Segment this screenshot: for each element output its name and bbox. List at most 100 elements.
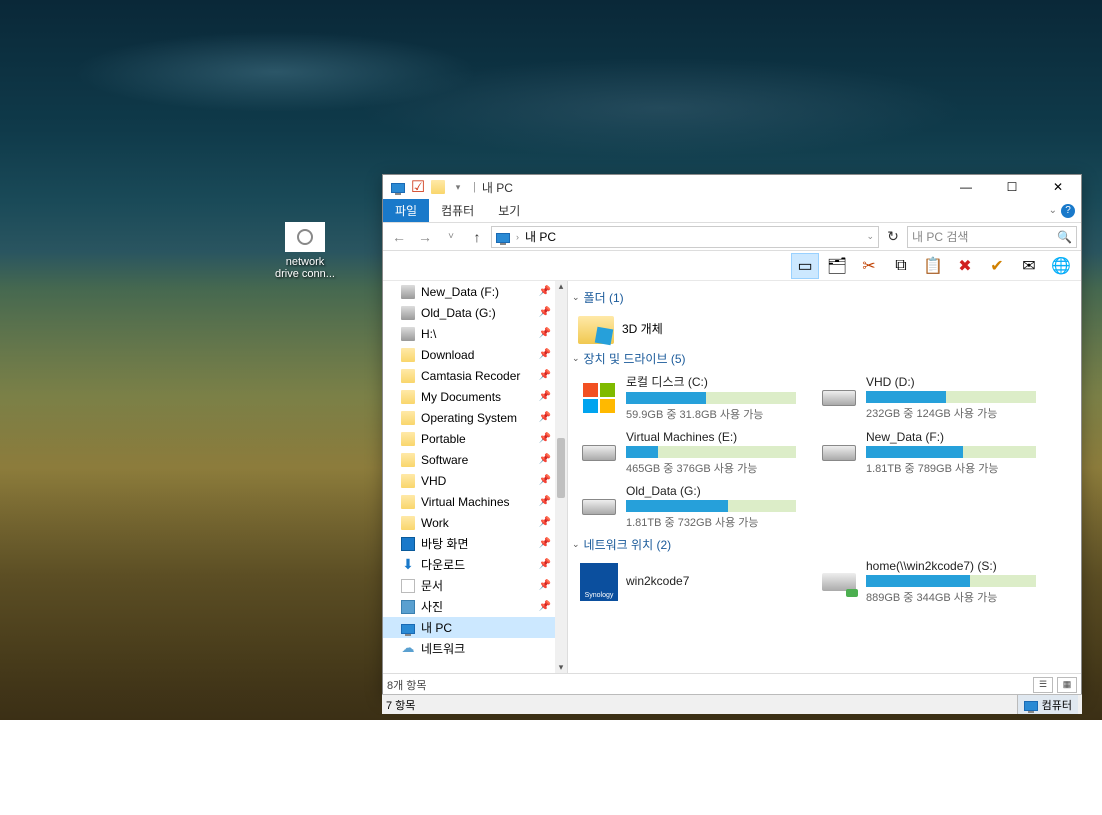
history-dropdown-icon[interactable]: ⌄ (866, 231, 874, 242)
drive-name: home(\\win2kcode7) (S:) (866, 559, 1036, 573)
organize-button[interactable]: 🗂 (823, 253, 851, 279)
folder-item-3d-objects[interactable]: 3D 개체 (568, 310, 788, 346)
drive-item[interactable]: Synologywin2kcode7 (578, 557, 798, 607)
sidebar-item-label: Software (421, 453, 468, 467)
drive-capacity-text: 1.81TB 중 789GB 사용 가능 (866, 460, 1036, 476)
rename-button[interactable]: ✔ (983, 253, 1011, 279)
chevron-right-icon[interactable]: › (516, 232, 519, 242)
sidebar-item[interactable]: Camtasia Recoder📌 (383, 365, 567, 386)
titlebar[interactable]: ☑ ▾ | 내 PC — ☐ ✕ (383, 175, 1081, 199)
pin-icon: 📌 (539, 538, 551, 549)
drive-item[interactable]: Virtual Machines (E:)465GB 중 376GB 사용 가능 (578, 428, 798, 478)
ribbon-tab-view[interactable]: 보기 (486, 199, 532, 222)
sidebar-item[interactable]: VHD📌 (383, 470, 567, 491)
delete-button[interactable]: ✖ (951, 253, 979, 279)
navigation-pane[interactable]: New_Data (F:)📌Old_Data (G:)📌H:\📌Download… (383, 281, 568, 673)
ribbon-tab-file[interactable]: 파일 (383, 199, 429, 222)
batch-file-icon (285, 222, 325, 252)
sidebar-item[interactable]: 문서📌 (383, 575, 567, 596)
drive-icon (401, 327, 415, 341)
group-header-folders[interactable]: ⌄ 폴더 (1) (568, 285, 1073, 310)
group-header-network[interactable]: ⌄ 네트워크 위치 (2) (568, 532, 1073, 557)
scroll-up-icon[interactable]: ▴ (555, 281, 567, 292)
drive-capacity-text: 889GB 중 344GB 사용 가능 (866, 589, 1036, 605)
capacity-bar (866, 575, 1036, 587)
sidebar-scrollbar[interactable]: ▴ ▾ (555, 281, 567, 673)
search-input[interactable]: 내 PC 검색 🔍 (907, 226, 1077, 248)
qat-properties-icon[interactable]: ☑ (409, 178, 427, 196)
scroll-down-icon[interactable]: ▾ (555, 662, 567, 673)
desktop[interactable]: network drive conn... ☑ ▾ | 내 PC — ☐ ✕ 파… (0, 0, 1102, 720)
folder-icon (401, 453, 415, 467)
qat-dropdown-icon[interactable]: ▾ (449, 178, 467, 196)
toolbar: ▭ 🗂 ✂ ⧉ 📋 ✖ ✔ ✉ 🌐 (383, 251, 1081, 281)
drive-item[interactable]: 로컬 디스크 (C:)59.9GB 중 31.8GB 사용 가능 (578, 371, 798, 424)
sidebar-item-label: Download (421, 348, 474, 362)
sidebar-item-label: 네트워크 (421, 640, 465, 657)
preview-pane-button[interactable]: ▭ (791, 253, 819, 279)
capacity-bar (626, 500, 796, 512)
refresh-button[interactable]: ↻ (881, 226, 905, 248)
taskbar-location[interactable]: 컴퓨터 (1017, 695, 1078, 714)
sidebar-item[interactable]: ⬇다운로드📌 (383, 554, 567, 575)
up-button[interactable]: ↑ (465, 226, 489, 248)
sidebar-item[interactable]: Portable📌 (383, 428, 567, 449)
net-icon: ☁ (401, 642, 415, 656)
minimize-button[interactable]: — (943, 175, 989, 199)
paste-button[interactable]: 📋 (919, 253, 947, 279)
sidebar-item-label: 사진 (421, 598, 443, 615)
maximize-button[interactable]: ☐ (989, 175, 1035, 199)
pin-icon: 📌 (539, 454, 551, 465)
drive-item[interactable]: VHD (D:)232GB 중 124GB 사용 가능 (818, 371, 1038, 424)
sidebar-item-label: My Documents (421, 390, 501, 404)
large-icons-view-button[interactable]: ▦ (1057, 677, 1077, 693)
sidebar-item-label: Portable (421, 432, 466, 446)
sidebar-item[interactable]: Download📌 (383, 344, 567, 365)
copy-button[interactable]: ⧉ (887, 253, 915, 279)
breadcrumb-segment[interactable]: 내 PC (525, 228, 556, 245)
sidebar-item[interactable]: Operating System📌 (383, 407, 567, 428)
address-bar: ← → ˅ ↑ › 내 PC ⌄ ↻ 내 PC 검색 🔍 (383, 223, 1081, 251)
help-icon[interactable]: ? (1061, 204, 1075, 218)
desktop-shortcut-network-drive[interactable]: network drive conn... (270, 222, 340, 280)
chevron-down-icon[interactable]: ⌄ (572, 353, 580, 364)
group-header-drives[interactable]: ⌄ 장치 및 드라이브 (5) (568, 346, 1073, 371)
sidebar-item[interactable]: Software 📌 (383, 449, 567, 470)
download-icon: ⬇ (401, 558, 415, 572)
chevron-down-icon[interactable]: ⌄ (572, 539, 580, 550)
back-button[interactable]: ← (387, 226, 411, 248)
forward-button[interactable]: → (413, 226, 437, 248)
sidebar-item[interactable]: ☁ 네트워크 (383, 638, 567, 659)
pin-icon: 📌 (539, 412, 551, 423)
drive-item[interactable]: Old_Data (G:)1.81TB 중 732GB 사용 가능 (578, 482, 798, 532)
sidebar-item[interactable]: My Documents📌 (383, 386, 567, 407)
sidebar-item[interactable]: 사진📌 (383, 596, 567, 617)
sidebar-item[interactable]: H:\📌 (383, 323, 567, 344)
ribbon-tab-computer[interactable]: 컴퓨터 (429, 199, 486, 222)
drive-name: 로컬 디스크 (C:) (626, 373, 796, 390)
drive-icon (401, 306, 415, 320)
sidebar-item[interactable]: Work📌 (383, 512, 567, 533)
ribbon-expand-icon[interactable]: ⌄ (1049, 205, 1057, 216)
sidebar-item[interactable]: Old_Data (G:)📌 (383, 302, 567, 323)
close-button[interactable]: ✕ (1035, 175, 1081, 199)
sidebar-item[interactable]: Virtual Machines📌 (383, 491, 567, 512)
search-icon[interactable]: 🔍 (1057, 230, 1072, 244)
sidebar-item[interactable]: 내 PC (383, 617, 567, 638)
breadcrumb[interactable]: › 내 PC ⌄ (491, 226, 879, 248)
recent-locations-button[interactable]: ˅ (439, 226, 463, 248)
drive-item[interactable]: New_Data (F:)1.81TB 중 789GB 사용 가능 (818, 428, 1038, 478)
titlebar-separator: | (473, 181, 476, 193)
properties-button[interactable]: ✉ (1015, 253, 1043, 279)
drive-item[interactable]: home(\\win2kcode7) (S:) 889GB 중 344GB 사용 … (818, 557, 1038, 607)
web-button[interactable]: 🌐 (1047, 253, 1075, 279)
folder-label: 3D 개체 (622, 320, 663, 337)
details-view-button[interactable]: ☰ (1033, 677, 1053, 693)
sidebar-item[interactable]: 바탕 화면📌 (383, 533, 567, 554)
group-title: 장치 및 드라이브 (5) (584, 350, 686, 367)
chevron-down-icon[interactable]: ⌄ (572, 292, 580, 303)
content-pane[interactable]: ⌄ 폴더 (1) 3D 개체 ⌄ 장치 및 드라이브 (5) 로컬 디스크 (C… (568, 281, 1081, 673)
qat-newfolder-icon[interactable] (429, 178, 447, 196)
cut-button[interactable]: ✂ (855, 253, 883, 279)
sidebar-item[interactable]: New_Data (F:)📌 (383, 281, 567, 302)
